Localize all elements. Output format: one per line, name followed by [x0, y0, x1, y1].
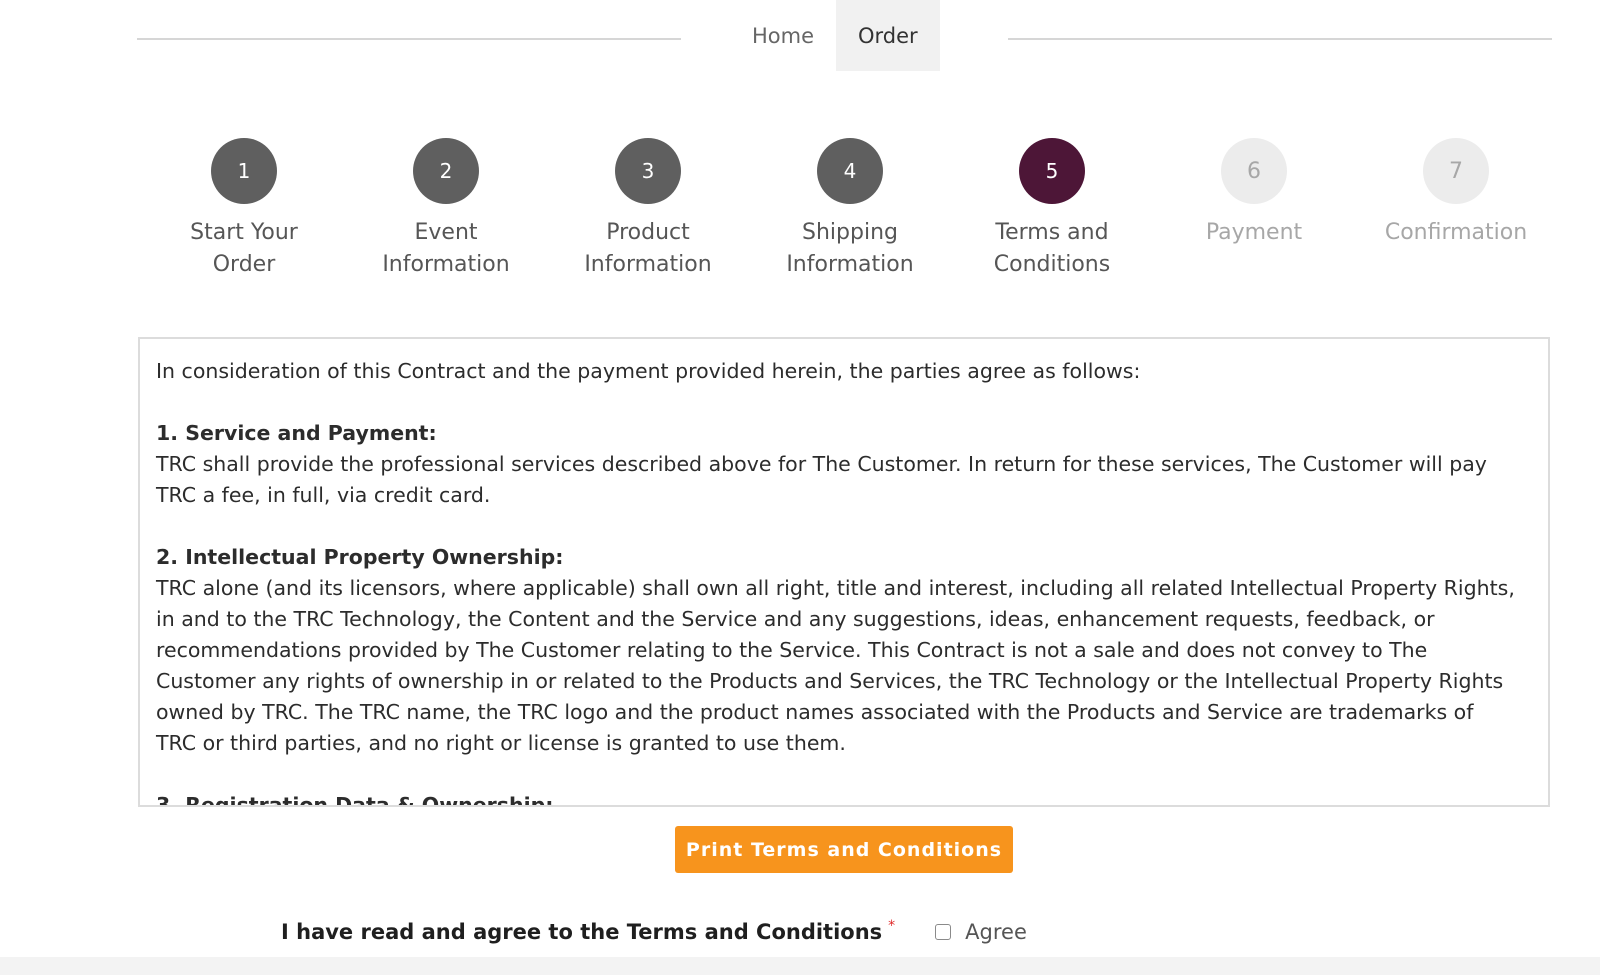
step-4: 4 Shipping Information	[760, 138, 940, 281]
step-number: 7	[1423, 138, 1489, 204]
print-terms-button[interactable]: Print Terms and Conditions	[675, 826, 1013, 873]
step-label-line1: Shipping	[802, 220, 898, 245]
order-page: Home Order 1 Start Your Order 2 Event In…	[0, 0, 1600, 975]
step-6: 6 Payment	[1164, 138, 1344, 249]
required-marker: *	[888, 918, 896, 934]
step-3: 3 Product Information	[558, 138, 738, 281]
agree-row: I have read and agree to the Terms and C…	[281, 918, 1027, 946]
step-label: Product Information	[558, 217, 738, 281]
step-label-line2: Information	[786, 252, 914, 277]
step-number: 6	[1221, 138, 1287, 204]
step-label-line1: Start Your	[190, 220, 298, 245]
step-number: 1	[211, 138, 277, 204]
agree-checkbox[interactable]	[935, 924, 952, 940]
step-label-line2: Order	[212, 252, 276, 277]
terms-intro: In consideration of this Contract and th…	[156, 359, 1141, 383]
footer-band	[0, 957, 1600, 975]
nav-item-order[interactable]: Order	[836, 0, 940, 71]
step-label: Payment	[1164, 217, 1344, 249]
section-3-heading: 3. Registration Data & Ownership:	[156, 793, 554, 807]
section-2-body: TRC alone (and its licensors, where appl…	[156, 576, 1515, 755]
section-1-body: TRC shall provide the professional servi…	[156, 452, 1487, 507]
step-number: 2	[413, 138, 479, 204]
step-label-line1: Product	[606, 220, 690, 245]
step-label-line2: Information	[584, 252, 712, 277]
nav-item-home[interactable]: Home	[730, 0, 836, 71]
step-label: Terms and Conditions	[962, 217, 1142, 281]
step-label-line2: Conditions	[993, 252, 1111, 277]
agree-label: I have read and agree to the Terms and C…	[281, 920, 883, 944]
step-1: 1 Start Your Order	[154, 138, 334, 281]
step-7: 7 Confirmation	[1366, 138, 1546, 249]
top-nav: Home Order	[730, 0, 940, 71]
agree-checkbox-label[interactable]: Agree	[965, 920, 1027, 944]
step-label-line2: Information	[382, 252, 510, 277]
step-label: Event Information	[356, 217, 536, 281]
section-1-heading: 1. Service and Payment:	[156, 421, 437, 445]
step-label-line1: Payment	[1205, 220, 1303, 245]
step-number: 4	[817, 138, 883, 204]
nav-divider-right	[1008, 38, 1552, 40]
step-5: 5 Terms and Conditions	[962, 138, 1142, 281]
terms-text-box[interactable]: In consideration of this Contract and th…	[138, 337, 1550, 807]
step-number: 3	[615, 138, 681, 204]
step-label: Confirmation	[1366, 217, 1546, 249]
section-2-heading: 2. Intellectual Property Ownership:	[156, 545, 564, 569]
step-number: 5	[1019, 138, 1085, 204]
nav-divider-left	[137, 38, 681, 40]
step-label: Shipping Information	[760, 217, 940, 281]
step-label-line1: Terms and	[995, 220, 1109, 245]
step-2: 2 Event Information	[356, 138, 536, 281]
step-label-line1: Confirmation	[1384, 220, 1528, 245]
step-label: Start Your Order	[154, 217, 334, 281]
step-label-line1: Event	[414, 220, 478, 245]
